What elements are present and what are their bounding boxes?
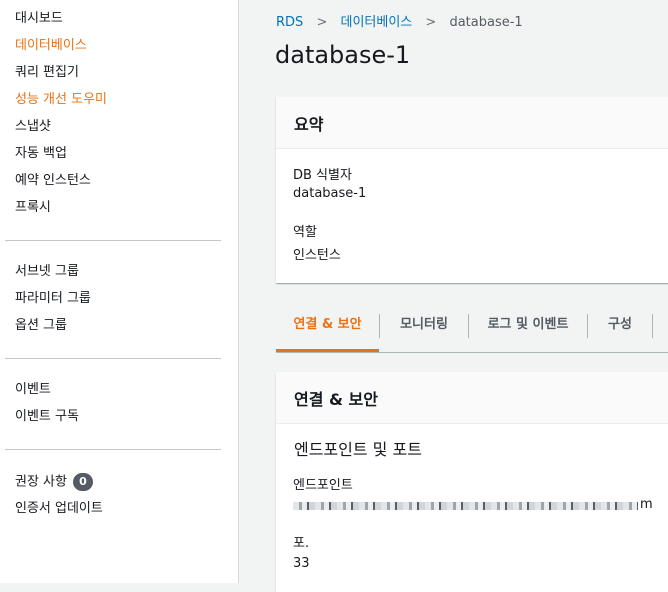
nav-divider [5, 449, 221, 450]
tab-separator [652, 314, 653, 338]
nav-option-groups[interactable]: 옵션 그룹 [15, 318, 67, 334]
breadcrumb-separator: > [316, 15, 328, 30]
breadcrumb-current: database-1 [449, 15, 523, 30]
endpoint-value-redacted [293, 502, 638, 510]
nav-dashboard[interactable]: 대시보드 [15, 11, 63, 27]
breadcrumb-rds[interactable]: RDS [276, 15, 303, 30]
detail-tabs: 연결 & 보안 모니터링 로그 및 이벤트 구성 [276, 306, 668, 353]
endpoint-port-heading: 엔드포인트 및 포트 [294, 440, 422, 459]
role-label: 역할 [293, 225, 317, 240]
page-title: database-1 [275, 41, 411, 69]
nav-parameter-groups[interactable]: 파라미터 그룹 [15, 291, 91, 307]
summary-card-header [276, 97, 668, 149]
tab-logs-events[interactable]: 로그 및 이벤트 [469, 306, 587, 352]
summary-title: 요약 [294, 115, 324, 134]
connectivity-title: 연결 & 보안 [294, 390, 378, 409]
breadcrumb-databases[interactable]: 데이터베이스 [340, 15, 412, 30]
nav-snapshots[interactable]: 스냅샷 [15, 119, 51, 135]
nav-event-subscriptions[interactable]: 이벤트 구독 [15, 409, 79, 425]
nav-performance-insights[interactable]: 성능 개선 도우미 [15, 92, 107, 108]
nav-query-editor[interactable]: 쿼리 편집기 [15, 65, 79, 81]
tab-connectivity-security[interactable]: 연결 & 보안 [276, 306, 379, 352]
port-value: 33 [293, 556, 310, 571]
nav-databases[interactable]: 데이터베이스 [15, 38, 87, 54]
db-identifier-value: database-1 [293, 186, 367, 201]
navigation-sidebar: 대시보드 데이터베이스 쿼리 편집기 성능 개선 도우미 스냅샷 자동 백업 예… [0, 0, 239, 583]
nav-events[interactable]: 이벤트 [15, 382, 51, 398]
endpoint-label: 엔드포인트 [293, 478, 353, 493]
role-value: 인스턴스 [293, 248, 341, 263]
tab-monitoring[interactable]: 모니터링 [380, 306, 468, 352]
nav-automated-backups[interactable]: 자동 백업 [15, 146, 67, 162]
port-label: 포. [293, 536, 310, 551]
nav-reserved-instances[interactable]: 예약 인스턴스 [15, 173, 91, 189]
nav-subnet-groups[interactable]: 서브넷 그룹 [15, 264, 79, 280]
nav-divider [5, 358, 221, 359]
nav-certificate-update[interactable]: 인증서 업데이트 [15, 501, 103, 517]
nav-recommendations[interactable]: 권장 사항 0 [15, 473, 93, 491]
endpoint-value-suffix: m [640, 497, 653, 512]
db-identifier-label: DB 식별자 [293, 168, 352, 183]
breadcrumb: RDS > 데이터베이스 > database-1 [276, 11, 523, 30]
connectivity-card: 연결 & 보안 엔드포인트 및 포트 엔드포인트 m 포. 33 [276, 372, 668, 592]
summary-card: 요약 DB 식별자 database-1 역할 인스턴스 [276, 97, 668, 283]
nav-proxies[interactable]: 프록시 [15, 200, 51, 216]
recommendations-count-badge: 0 [72, 473, 93, 491]
nav-recommendations-label: 권장 사항 [15, 474, 67, 490]
tab-configuration[interactable]: 구성 [588, 306, 652, 352]
breadcrumb-separator: > [425, 15, 437, 30]
nav-divider [5, 240, 221, 241]
